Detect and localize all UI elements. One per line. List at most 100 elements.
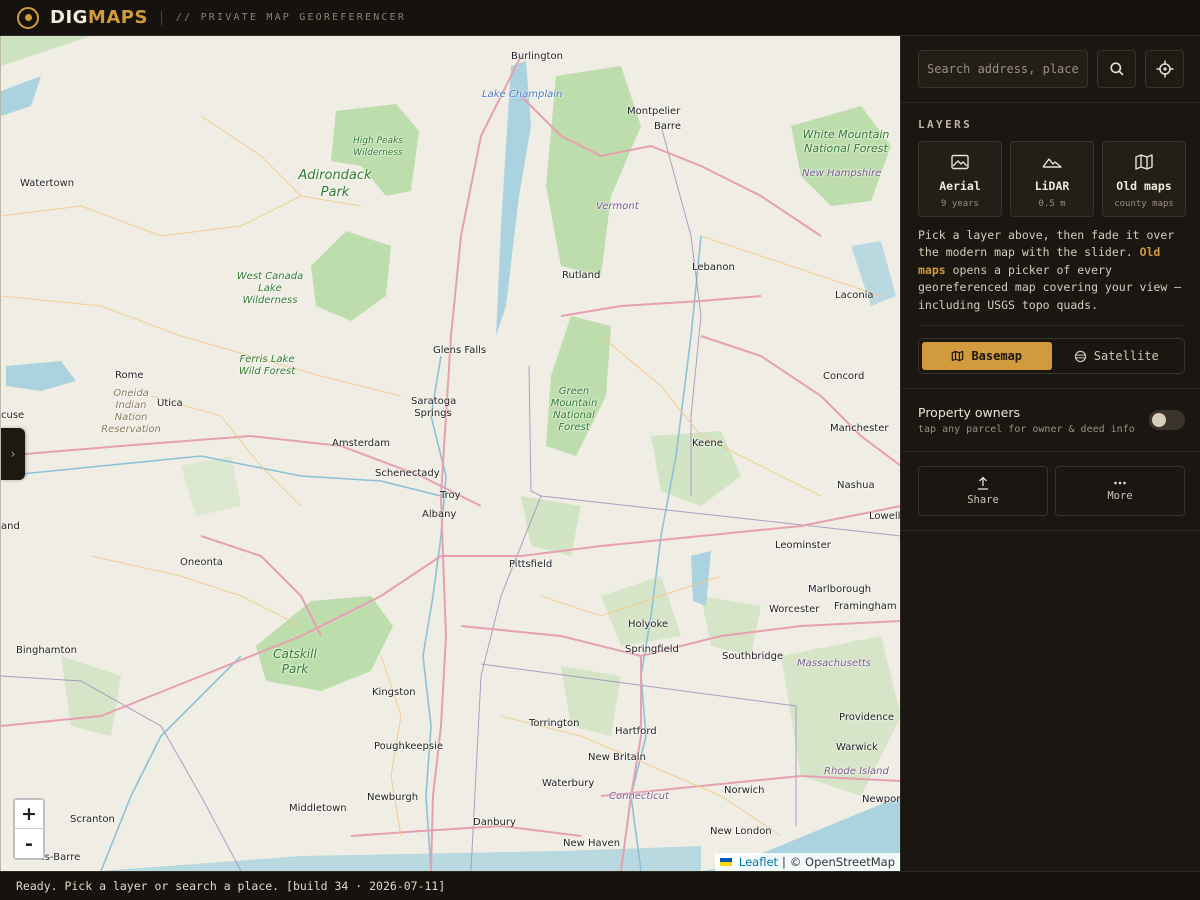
- map-label: Nashua: [837, 480, 875, 491]
- side-panel: LAYERS Aerial 9 years LiDAR 0.5 m Old ma…: [900, 36, 1200, 871]
- map-label: Binghamton: [16, 645, 77, 656]
- map-label: Kingston: [372, 687, 416, 698]
- tagline: // PRIVATE MAP GEOREFERENCER: [175, 12, 407, 23]
- map-label: Connecticut: [609, 791, 669, 802]
- brand-name: DIGMAPS: [50, 7, 148, 28]
- panel-collapse-toggle[interactable]: ›: [1, 428, 25, 480]
- map-label: Lake Champlain: [482, 89, 563, 100]
- map-label: Springfield: [625, 644, 679, 655]
- osm-link[interactable]: © OpenStreetMap: [790, 855, 895, 869]
- divider: [901, 451, 1200, 452]
- logo-icon: [17, 6, 39, 29]
- share-button[interactable]: Share: [918, 466, 1048, 516]
- status-bar: Ready. Pick a layer or search a place. […: [0, 871, 1200, 900]
- map-label: Scranton: [70, 814, 115, 825]
- share-icon: [978, 476, 988, 490]
- map-label: Pittsfield: [509, 559, 553, 570]
- satellite-option[interactable]: Satellite: [1052, 342, 1182, 370]
- map-label: Burlington: [511, 51, 563, 62]
- property-owners-toggle[interactable]: [1149, 410, 1185, 430]
- search-input[interactable]: [918, 50, 1088, 88]
- map-label: Worcester: [769, 604, 820, 615]
- more-button[interactable]: More: [1055, 466, 1185, 516]
- map-label: Marlborough: [808, 584, 872, 595]
- map-label: Amsterdam: [332, 438, 391, 449]
- ukraine-flag-icon: [719, 858, 732, 866]
- action-row: Share More: [918, 466, 1185, 516]
- map-label: Manchester: [830, 423, 889, 434]
- map-label: Massachusetts: [797, 658, 871, 669]
- map-label: Watertown: [20, 178, 75, 189]
- map-label: Rome: [115, 370, 144, 381]
- map-label: Newburgh: [367, 792, 419, 803]
- map-label: Adirondack Park: [298, 168, 372, 200]
- map-label: Middletown: [289, 803, 347, 814]
- image-icon: [951, 154, 969, 170]
- map-label: Waterbury: [542, 778, 595, 789]
- map-label: Warwick: [836, 742, 878, 753]
- chevron-right-icon: ›: [9, 447, 17, 461]
- map-label: Danbury: [473, 817, 516, 828]
- map-label: New London: [710, 826, 772, 837]
- zoom-out-button[interactable]: -: [15, 829, 43, 858]
- property-owners-subtitle: tap any parcel for owner & deed info: [918, 424, 1135, 435]
- search-row: [918, 50, 1184, 88]
- map-label: Green Mountain National Forest: [550, 386, 598, 433]
- layer-cards: Aerial 9 years LiDAR 0.5 m Old maps coun…: [918, 141, 1186, 217]
- map-label: Laconia: [835, 290, 874, 301]
- property-owners-title: Property owners: [918, 405, 1021, 420]
- divider: [901, 530, 1200, 531]
- basemap-option[interactable]: Basemap: [922, 342, 1052, 370]
- divider: [918, 325, 1185, 326]
- app-header: DIGMAPS // PRIVATE MAP GEOREFERENCER: [0, 0, 1200, 36]
- more-icon: [1114, 481, 1126, 485]
- attribution-separator: |: [782, 855, 786, 869]
- search-icon: [1109, 62, 1124, 76]
- search-button[interactable]: [1097, 50, 1136, 88]
- map-label: Oneonta: [180, 557, 223, 568]
- map-label: Barre: [654, 121, 681, 132]
- map-label: Catskill Park: [273, 647, 317, 676]
- locate-button[interactable]: [1145, 50, 1184, 88]
- layer-help-text: Pick a layer above, then fade it over th…: [918, 228, 1182, 312]
- layer-card-lidar[interactable]: LiDAR 0.5 m: [1010, 141, 1094, 217]
- layers-title: LAYERS: [918, 118, 973, 131]
- map-label: Ferris Lake Wild Forest: [238, 354, 296, 377]
- map-label: Albany: [422, 509, 457, 520]
- map-label: Lowell: [869, 511, 900, 522]
- map-label: Schenectady: [375, 468, 440, 479]
- toggle-knob: [1152, 413, 1166, 427]
- map-label: Saratoga Springs: [411, 396, 457, 419]
- map-label: White Mountain National Forest: [802, 128, 890, 155]
- map-canvas[interactable]: Burlington Lake Champlain Montpelier Bar…: [0, 36, 900, 871]
- zoom-in-button[interactable]: +: [15, 800, 43, 829]
- map-label: Concord: [823, 371, 865, 382]
- map-label: Poughkeepsie: [374, 741, 444, 752]
- leaflet-link[interactable]: Leaflet: [739, 855, 778, 869]
- map-basemap-tiles: [1, 36, 900, 871]
- map-label: High Peaks Wilderness: [353, 136, 403, 158]
- map-label: Montpelier: [627, 106, 681, 117]
- map-label: Southbridge: [722, 651, 784, 662]
- map-label: Oneida Indian Nation Reservation: [101, 388, 161, 435]
- crosshair-icon: [1156, 60, 1173, 78]
- map-label: New Britain: [588, 752, 646, 763]
- map-label: Norwich: [724, 785, 765, 796]
- map-label: Glens Falls: [433, 345, 487, 356]
- map-label: Keene: [692, 438, 723, 449]
- header-divider: [160, 10, 162, 25]
- basemap-toggle: Basemap Satellite: [918, 338, 1185, 374]
- property-owners-setting: Property owners tap any parcel for owner…: [918, 405, 1135, 435]
- map-icon: [952, 350, 964, 362]
- map-label: Framingham: [834, 601, 897, 612]
- status-text: Ready. Pick a layer or search a place. […: [16, 879, 446, 893]
- map-icon: [1135, 154, 1153, 170]
- map-label: Leominster: [775, 540, 831, 551]
- divider: [901, 388, 1200, 389]
- layer-card-aerial[interactable]: Aerial 9 years: [918, 141, 1002, 217]
- map-label: West Canada Lake Wilderness: [236, 271, 304, 306]
- map-attribution: Leaflet | © OpenStreetMap: [714, 853, 900, 871]
- divider: [901, 102, 1200, 103]
- map-label: Hartford: [615, 726, 657, 737]
- layer-card-old-maps[interactable]: Old maps county maps: [1102, 141, 1186, 217]
